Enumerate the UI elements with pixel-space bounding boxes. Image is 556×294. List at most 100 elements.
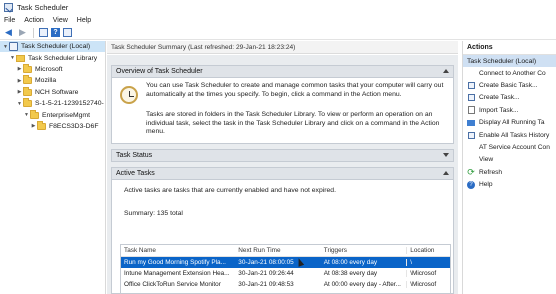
collapse-up-icon[interactable]: [443, 69, 449, 73]
triggers-cell: At 08:00 every day: [323, 259, 378, 266]
action-item[interactable]: Display All Running Ta: [463, 117, 556, 129]
overview-section-title: Overview of Task Scheduler: [116, 68, 203, 75]
location-cell: \: [406, 259, 450, 266]
action-item[interactable]: Enable All Tasks History: [463, 129, 556, 141]
chevron-right-icon[interactable]: ▶: [16, 78, 23, 84]
tree-item[interactable]: ▶ Mozilla: [0, 75, 105, 86]
table-row[interactable]: Run my Good Morning Spotify Pla... 30-Jan…: [121, 257, 450, 268]
triggers-cell: At 00:00 every day - After...: [323, 281, 401, 288]
collapse-up-icon[interactable]: [443, 171, 449, 175]
scheduler-icon: [9, 42, 18, 52]
next-run-time-cell: 30-Jan-21 08:00:05: [238, 259, 294, 266]
action-item[interactable]: Connect to Another Co: [463, 67, 556, 79]
task-status-section-title: Task Status: [116, 152, 153, 159]
tree-item[interactable]: ▼ Task Scheduler Library: [0, 52, 105, 63]
actions-title: Actions: [463, 41, 556, 55]
menu-file[interactable]: File: [4, 17, 15, 24]
actions-subheader[interactable]: Task Scheduler (Local): [463, 55, 556, 67]
folder-icon: [30, 109, 39, 119]
action-item[interactable]: ⟳ Refresh: [463, 166, 556, 178]
overview-paragraph-1: You can use Task Scheduler to create and…: [146, 82, 444, 98]
table-row[interactable]: Intune Management Extension Hea... 30-Jan…: [121, 268, 450, 279]
action-item-label: Help: [479, 181, 493, 189]
column-header-task-name[interactable]: Task Name: [121, 247, 235, 254]
tree-item-label: NCH Software: [35, 88, 79, 96]
task-name-cell: Run my Good Morning Spotify Pla...: [124, 259, 226, 266]
action-icon-slot: [463, 144, 479, 151]
tree-item-label: S-1-5-21-1239152740-: [35, 100, 104, 108]
import-icon: [463, 106, 479, 115]
chevron-right-icon[interactable]: ▶: [16, 66, 23, 72]
column-header-location[interactable]: Location: [406, 247, 450, 254]
toolbar-separator: [33, 27, 34, 38]
action-item[interactable]: ? Help: [463, 179, 556, 191]
show-hide-console-tree-icon[interactable]: [39, 28, 48, 37]
folder-icon: [37, 120, 46, 130]
folder-icon: [23, 75, 32, 85]
action-icon-slot: [463, 70, 479, 77]
tree-item-label: Microsoft: [35, 65, 63, 73]
overview-section-body: You can use Task Scheduler to create and…: [111, 78, 454, 144]
overview-section-header[interactable]: Overview of Task Scheduler: [111, 65, 454, 78]
folder-icon: [23, 98, 32, 108]
action-item[interactable]: Create Task...: [463, 92, 556, 104]
action-item-label: AT Service Account Con: [479, 144, 550, 152]
chevron-down-icon[interactable]: ▼: [9, 55, 16, 61]
action-item-label: View: [479, 156, 494, 164]
chevron-down-icon[interactable]: ▼: [16, 101, 23, 107]
column-header-triggers[interactable]: Triggers: [321, 247, 406, 254]
tree-item-label: EnterpriseMgmt: [42, 111, 90, 119]
active-tasks-section-title: Active Tasks: [116, 170, 155, 177]
next-run-time-cell: 30-Jan-21 09:48:53: [238, 281, 294, 288]
menu-action[interactable]: Action: [24, 17, 43, 24]
tree-item-label: F8ECS3D3-D6F: [49, 122, 99, 130]
menu-view[interactable]: View: [53, 17, 68, 24]
action-item[interactable]: AT Service Account Con: [463, 141, 556, 153]
help-icon[interactable]: ?: [51, 28, 60, 37]
column-header-next-run-time[interactable]: Next Run Time: [235, 247, 320, 254]
actions-pane: Actions Task Scheduler (Local) Connect t…: [462, 41, 556, 294]
tree-item[interactable]: ▶ Microsoft: [0, 63, 105, 75]
task-status-section-header[interactable]: Task Status: [111, 149, 454, 162]
tree-item[interactable]: ▶ F8ECS3D3-D6F: [0, 120, 105, 132]
window-title: Task Scheduler: [17, 2, 69, 12]
console-tree: ▼ Task Scheduler (Local) ▼ Task Scheduler L…: [0, 41, 106, 294]
active-tasks-table: Task Name Next Run Time Triggers Locatio…: [120, 244, 451, 294]
forward-arrow-icon[interactable]: ▶: [17, 27, 28, 38]
title-bar: Task Scheduler: [0, 0, 556, 14]
chevron-down-icon[interactable]: ▼: [2, 44, 9, 50]
next-run-time-cell: 30-Jan-21 09:26:44: [238, 270, 294, 277]
tree-item[interactable]: ▶ NCH Software: [0, 86, 105, 98]
chevron-down-icon[interactable]: ▼: [23, 112, 30, 118]
refresh-icon: ⟳: [467, 166, 475, 177]
menu-bar: File Action View Help: [0, 14, 556, 26]
action-item-label: Create Task...: [479, 94, 520, 102]
toolbar: ◀ ▶ ?: [0, 26, 556, 40]
tree-item-label: Task Scheduler Library: [28, 54, 98, 62]
task-name-cell: Office ClickToRun Service Monitor: [124, 281, 221, 288]
chevron-right-icon[interactable]: ▶: [16, 89, 23, 95]
action-item-label: Create Basic Task...: [479, 82, 538, 90]
table-row[interactable]: Office ClickToRun Service Monitor 30-Jan-…: [121, 279, 450, 290]
help-icon: ?: [463, 180, 479, 189]
triggers-cell: At 08:38 every day: [323, 270, 378, 277]
back-arrow-icon[interactable]: ◀: [3, 27, 14, 38]
action-item[interactable]: View: [463, 154, 556, 166]
action-item[interactable]: Import Task...: [463, 104, 556, 116]
action-item[interactable]: Create Basic Task...: [463, 79, 556, 91]
tree-item[interactable]: ▼ Task Scheduler (Local): [0, 41, 105, 53]
active-tasks-section-header[interactable]: Active Tasks: [111, 167, 454, 180]
chevron-right-icon[interactable]: ▶: [30, 123, 37, 129]
tree-item[interactable]: ▼ S-1-5-21-1239152740-: [0, 98, 105, 109]
tree-item[interactable]: ▼ EnterpriseMgmt: [0, 109, 105, 120]
show-hide-action-pane-icon[interactable]: [63, 28, 72, 37]
folder-icon: [23, 86, 32, 96]
overview-paragraph-2: Tasks are stored in folders in the Task …: [146, 111, 440, 135]
expand-down-icon[interactable]: [443, 153, 449, 157]
tree-item-label: Task Scheduler (Local): [21, 43, 91, 51]
action-item-label: Import Task...: [479, 106, 519, 114]
action-item-label: Enable All Tasks History: [479, 131, 550, 139]
action-item-label: Refresh: [479, 168, 503, 176]
menu-help[interactable]: Help: [77, 17, 91, 24]
active-tasks-summary: Summary: 135 total: [124, 210, 183, 217]
